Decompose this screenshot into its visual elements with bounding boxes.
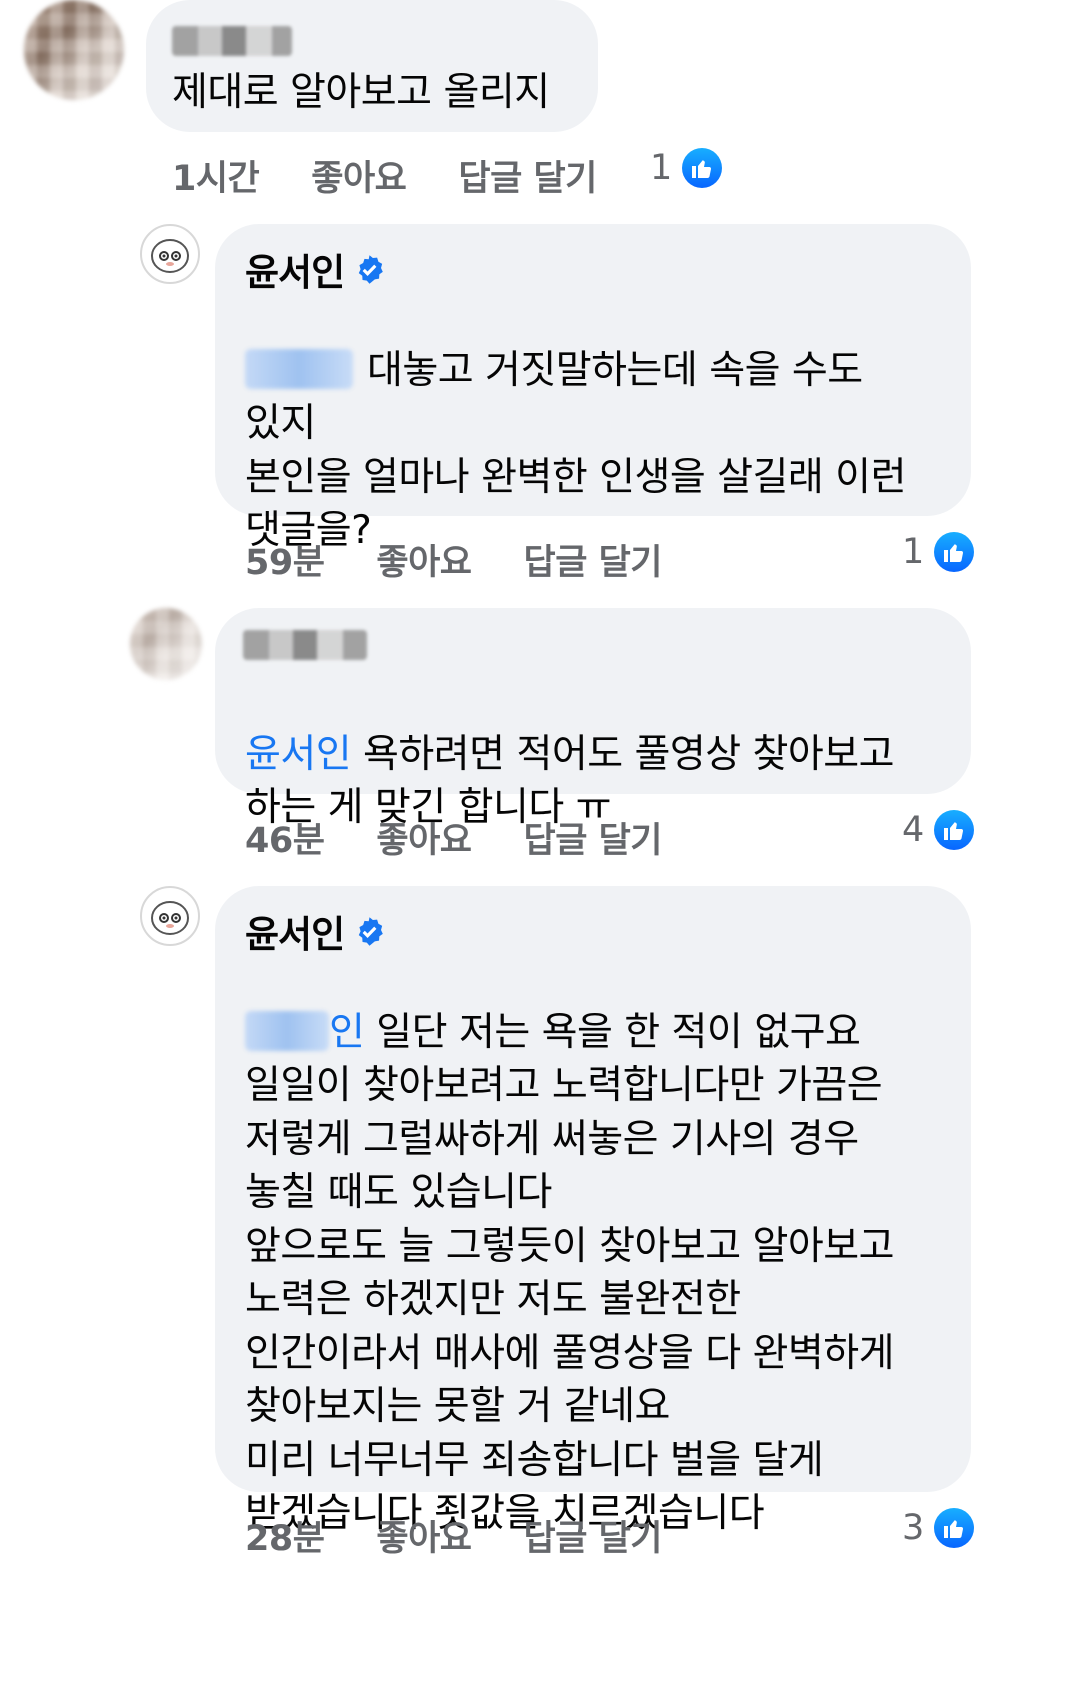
verified-badge-icon <box>358 254 383 284</box>
reaction-count[interactable]: 1 <box>650 148 723 188</box>
comment-bubble: 윤서인 대놓고 거짓말하는데 속을 수도 있지 본인을 얼마나 완벽한 인생을 … <box>215 224 971 553</box>
reaction-number: 1 <box>902 532 925 572</box>
timestamp[interactable]: 59분 <box>245 534 325 585</box>
author-name-blurred[interactable] <box>172 26 292 56</box>
comment-bubble: 제대로 알아보고 올리지 <box>146 0 598 132</box>
reaction-number: 4 <box>902 810 925 850</box>
thumbs-up-icon <box>682 148 723 188</box>
reply-button[interactable]: 답글 달기 <box>524 812 663 863</box>
reaction-count[interactable]: 1 <box>902 532 975 572</box>
avatar-blurred[interactable] <box>130 608 202 680</box>
timestamp[interactable]: 46분 <box>245 812 325 863</box>
comment-bubble: 윤서인 인 일단 저는 욕을 한 적이 없구요 일일이 찾아보려고 노력합니다만… <box>215 886 971 1536</box>
reaction-count[interactable]: 4 <box>902 810 975 850</box>
reaction-number: 3 <box>902 1508 925 1548</box>
like-button[interactable]: 좋아요 <box>376 812 472 863</box>
mention-link[interactable]: 인 <box>329 1010 365 1055</box>
mention-blurred[interactable] <box>245 1010 329 1051</box>
author-name[interactable]: 윤서인 <box>245 242 345 296</box>
avatar-page-profile[interactable] <box>140 886 200 946</box>
author-row: 윤서인 <box>245 242 385 296</box>
author-name[interactable]: 윤서인 <box>245 904 345 958</box>
mention-blurred[interactable] <box>245 348 353 389</box>
reply-button[interactable]: 답글 달기 <box>524 534 663 585</box>
timestamp[interactable]: 1시간 <box>172 150 260 201</box>
comment-actions: 1시간 좋아요 답글 달기 <box>172 150 597 201</box>
reaction-count[interactable]: 3 <box>902 1508 975 1548</box>
author-row: 윤서인 <box>245 904 385 958</box>
like-button[interactable]: 좋아요 <box>376 1510 472 1561</box>
comment-text: 제대로 알아보고 올리지 <box>172 70 550 115</box>
comment-actions: 59분 좋아요 답글 달기 <box>245 534 663 585</box>
comment-actions: 28분 좋아요 답글 달기 <box>245 1510 663 1561</box>
comment-bubble: 윤서인 욕하려면 적어도 풀영상 찾아보고 하는 게 맞긴 합니다 ㅠ <box>215 608 971 830</box>
reply-button[interactable]: 답글 달기 <box>524 1510 663 1561</box>
avatar-blurred[interactable] <box>24 0 124 100</box>
avatar-page-profile[interactable] <box>140 224 200 284</box>
author-name-blurred[interactable] <box>243 630 367 660</box>
verified-badge-icon <box>358 916 383 946</box>
cartoon-face-icon <box>151 901 189 935</box>
thumbs-up-icon <box>934 1508 975 1548</box>
reaction-number: 1 <box>650 148 673 188</box>
comment-text: 인 일단 저는 욕을 한 적이 없구요 일일이 찾아보려고 노력합니다만 가끔은… <box>245 952 895 1541</box>
reply-button[interactable]: 답글 달기 <box>458 150 597 201</box>
mention-link[interactable]: 윤서인 <box>245 732 352 777</box>
comment-text: 윤서인 욕하려면 적어도 풀영상 찾아보고 하는 게 맞긴 합니다 ㅠ <box>245 674 895 835</box>
comment-body: 일단 저는 욕을 한 적이 없구요 일일이 찾아보려고 노력합니다만 가끔은 저… <box>245 1009 895 1537</box>
thumbs-up-icon <box>934 532 975 572</box>
comment-actions: 46분 좋아요 답글 달기 <box>245 812 663 863</box>
thumbs-up-icon <box>934 810 975 850</box>
like-button[interactable]: 좋아요 <box>311 150 407 201</box>
cartoon-face-icon <box>151 239 189 273</box>
comment-text: 대놓고 거짓말하는데 속을 수도 있지 본인을 얼마나 완벽한 인생을 살길래 … <box>245 290 906 558</box>
timestamp[interactable]: 28분 <box>245 1510 325 1561</box>
like-button[interactable]: 좋아요 <box>376 534 472 585</box>
